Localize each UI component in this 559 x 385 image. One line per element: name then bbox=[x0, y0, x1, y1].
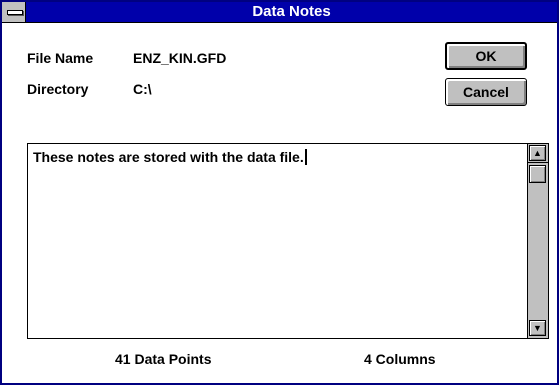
columns-count: 4 Columns bbox=[364, 351, 436, 367]
directory-label: Directory bbox=[27, 81, 89, 97]
window-title: Data Notes bbox=[252, 3, 331, 20]
arrow-down-icon[interactable]: ▼ bbox=[529, 320, 546, 336]
file-name-label: File Name bbox=[27, 50, 94, 66]
notes-textarea[interactable]: These notes are stored with the data fil… bbox=[27, 143, 549, 339]
data-points-count: 41 Data Points bbox=[115, 351, 212, 367]
system-menu-icon[interactable] bbox=[2, 2, 26, 22]
notes-text-container: These notes are stored with the data fil… bbox=[33, 149, 523, 165]
directory-value: C:\ bbox=[133, 81, 152, 97]
ok-button[interactable]: OK bbox=[445, 42, 527, 70]
scroll-thumb[interactable] bbox=[529, 165, 546, 183]
notes-text: These notes are stored with the data fil… bbox=[33, 149, 304, 165]
scroll-track-top bbox=[528, 162, 548, 163]
title-bar: Data Notes bbox=[2, 2, 557, 23]
text-caret bbox=[304, 149, 307, 165]
data-notes-dialog: Data Notes File Name ENZ_KIN.GFD Directo… bbox=[0, 0, 559, 385]
vertical-scrollbar[interactable]: ▲ ▼ bbox=[527, 144, 548, 338]
cancel-button[interactable]: Cancel bbox=[445, 78, 527, 106]
arrow-up-icon[interactable]: ▲ bbox=[529, 145, 546, 161]
file-name-value: ENZ_KIN.GFD bbox=[133, 50, 227, 66]
